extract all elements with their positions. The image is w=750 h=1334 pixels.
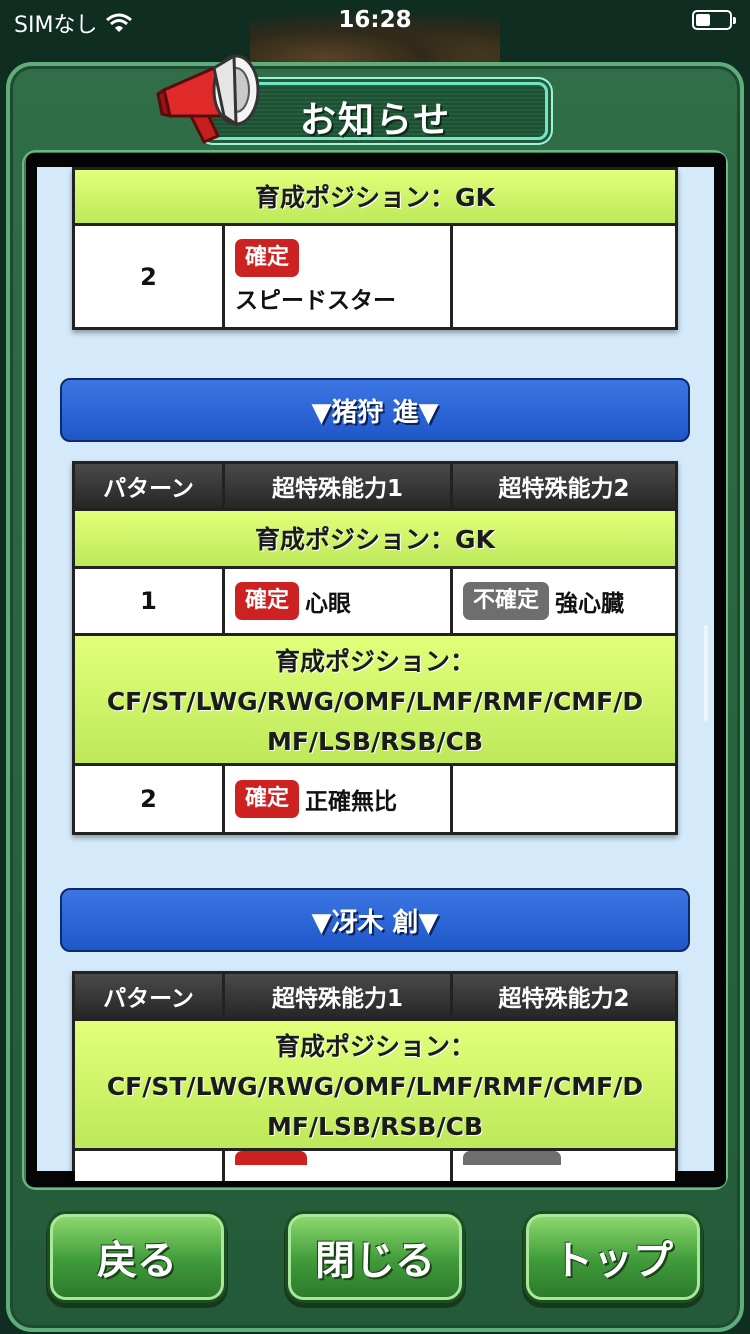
confirmed-badge [235,1151,307,1165]
table-header: パターン 超特殊能力1 超特殊能力2 [75,974,675,1021]
confirmed-badge: 確定 [235,238,300,277]
position-label: 育成ポジション： CF/ST/LWG/RWG/OMF/LMF/RMF/CMF/D… [75,1021,675,1148]
skill2-cell: 不確定 強心臓 [453,569,675,633]
pattern-cell: 1 [75,569,225,633]
confirmed-badge: 確定 [235,780,300,818]
position-line: CF/ST/LWG/RWG/OMF/LMF/RMF/CMF/D [106,1072,644,1101]
position-label: 育成ポジション：GK [75,170,675,223]
table-row: 2 確定 スピードスター [75,226,675,327]
table-character2: パターン 超特殊能力1 超特殊能力2 育成ポジション： CF/ST/LWG/RW… [72,971,678,1181]
megaphone-icon [156,53,260,144]
skill2-cell [453,1151,675,1181]
table-character1: パターン 超特殊能力1 超特殊能力2 育成ポジション：GK 1 確定 心眼 不確… [72,461,678,835]
battery-icon [692,10,736,30]
clock: 16:28 [338,7,412,33]
skill2-cell [453,766,675,832]
character-name-bar: ▼冴木 創▼ [60,888,690,952]
character-name-bar: ▼猪狩 進▼ [60,378,690,442]
position-row: 育成ポジション：GK [75,511,675,569]
unconfirmed-badge [463,1151,561,1165]
skill1-cell: 確定 正確無比 [225,766,453,832]
position-row: 育成ポジション：GK [75,170,675,226]
status-bar: SIMなし 16:28 [0,0,750,40]
table-row: 2 確定 正確無比 [75,766,675,832]
position-label: 育成ポジション：GK [75,511,675,566]
skill1-cell [225,1151,453,1181]
position-line: 育成ポジション： [274,1032,475,1061]
scrollbar[interactable] [704,625,708,721]
position-line: CF/ST/LWG/RWG/OMF/LMF/RMF/CMF/D [106,687,644,716]
position-line: MF/LSB/RSB/CB [266,727,484,756]
table-header: パターン 超特殊能力1 超特殊能力2 [75,464,675,511]
close-button[interactable]: 閉じる [288,1214,462,1300]
skill-name: 強心臓 [555,591,625,617]
position-line: 育成ポジション： [274,647,475,676]
table-top-partial: 育成ポジション：GK 2 確定 スピードスター [72,167,678,330]
table-row [75,1151,675,1181]
position-row: 育成ポジション： CF/ST/LWG/RWG/OMF/LMF/RMF/CMF/D… [75,1021,675,1151]
pattern-cell: 2 [75,766,225,832]
pattern-cell: 2 [75,226,225,327]
skill2-cell [453,226,675,327]
column-header: パターン [75,974,225,1018]
pattern-cell [75,1151,225,1181]
column-header: 超特殊能力2 [498,986,630,1012]
skill-name: スピードスター [235,287,396,314]
skill-name: 正確無比 [305,789,398,815]
column-header: パターン [75,464,225,508]
confirmed-badge: 確定 [235,582,300,620]
unconfirmed-badge: 不確定 [463,582,550,620]
table-row: 1 確定 心眼 不確定 強心臓 [75,569,675,636]
column-header: 超特殊能力1 [225,464,453,508]
skill1-cell: 確定 心眼 [225,569,453,633]
column-header: 超特殊能力1 [225,974,453,1018]
back-button[interactable]: 戻る [50,1214,224,1300]
column-header: 超特殊能力2 [498,476,630,502]
position-label: 育成ポジション： CF/ST/LWG/RWG/OMF/LMF/RMF/CMF/D… [75,636,675,763]
position-line: MF/LSB/RSB/CB [266,1112,484,1141]
skill1-cell: 確定 スピードスター [225,226,453,327]
top-button[interactable]: トップ [526,1214,700,1300]
position-row: 育成ポジション： CF/ST/LWG/RWG/OMF/LMF/RMF/CMF/D… [75,636,675,766]
skill-name: 心眼 [305,591,352,617]
